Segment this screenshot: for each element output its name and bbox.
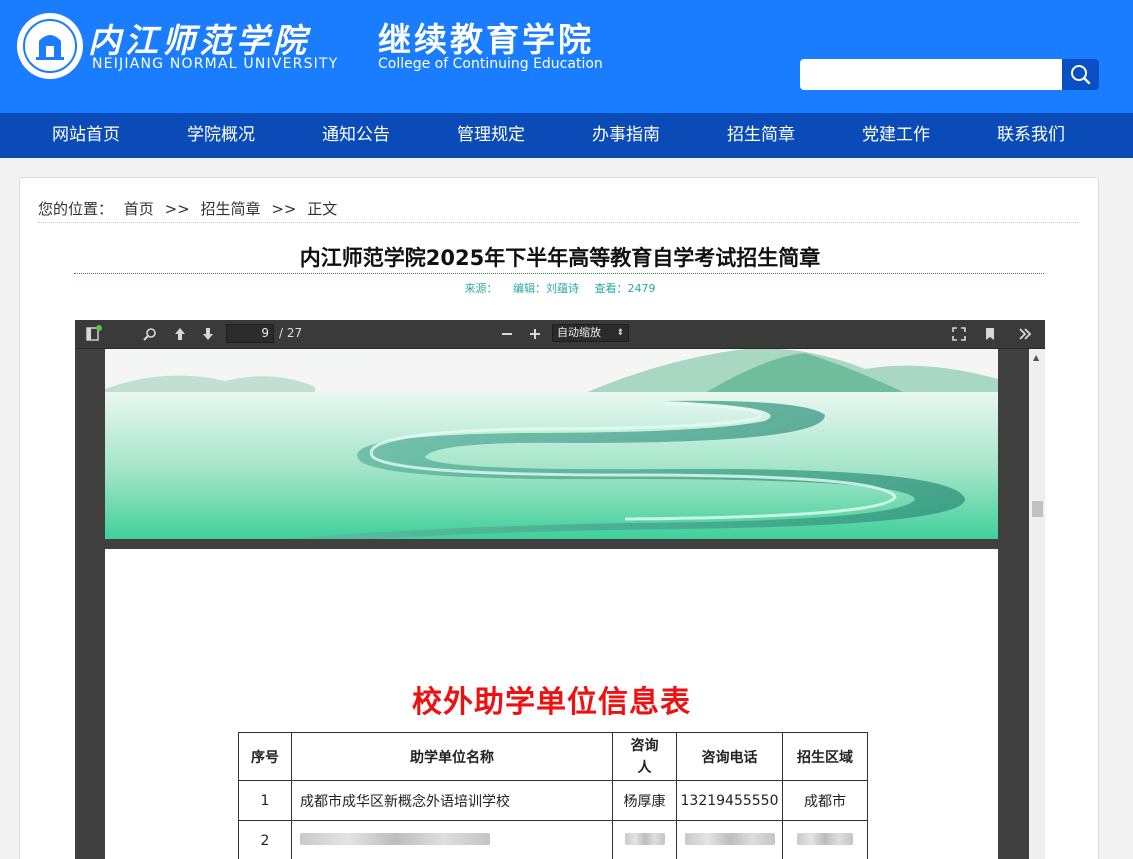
arrow-down-icon <box>203 328 213 340</box>
article-source: 来源： <box>464 282 498 295</box>
next-page-button[interactable] <box>199 325 217 343</box>
breadcrumb: 您的位置： 首页 >> 招生简章 >> 正文 <box>38 198 343 219</box>
scroll-up-icon[interactable]: ▲ <box>1033 353 1039 362</box>
blurred-text <box>624 832 665 845</box>
zoom-out-button[interactable] <box>498 325 516 343</box>
tools-button[interactable] <box>1016 325 1034 343</box>
breadcrumb-current: 正文 <box>307 200 338 218</box>
col-header-region: 招生区域 <box>782 732 868 781</box>
article-title: 内江师范学院2025年下半年高等教育自学考试招生简章 <box>299 246 821 270</box>
fullscreen-icon <box>952 327 966 341</box>
article-editor: 编辑：刘蕴诗 <box>513 282 579 295</box>
cell-region-blurred <box>782 820 868 859</box>
cell-unit-name: 成都市成华区新概念外语培训学校 <box>291 780 613 821</box>
school-name-cn: 内江师范学院 <box>88 21 310 60</box>
search-input[interactable] <box>800 59 1064 90</box>
article-meta: 来源： 编辑：刘蕴诗 查看：2479 <box>20 280 1100 296</box>
college-name-cn: 继续教育学院 <box>378 20 594 59</box>
breadcrumb-divider <box>38 222 1080 223</box>
pdf-page-landscape-image <box>105 349 998 539</box>
presentation-mode-button[interactable] <box>950 325 968 343</box>
content-card: 您的位置： 首页 >> 招生简章 >> 正文 内江师范学院2025年下半年高等教… <box>19 177 1099 859</box>
arrow-up-icon <box>175 328 185 340</box>
plus-icon <box>530 329 540 339</box>
assistance-units-table: 序号 助学单位名称 咨询人 咨询电话 招生区域 1 成都市成华区新概念外语培训学… <box>238 732 868 859</box>
cell-region: 成都市 <box>782 780 868 821</box>
find-button[interactable] <box>141 325 159 343</box>
nav-item-party[interactable]: 党建工作 <box>841 113 951 158</box>
col-header-index: 序号 <box>238 732 292 781</box>
zoom-value: 自动缩放 <box>557 326 601 339</box>
sidebar-toggle-button[interactable] <box>84 325 102 343</box>
select-arrow-icon: ⬍ <box>616 328 624 338</box>
nav-item-regulations[interactable]: 管理规定 <box>436 113 546 158</box>
cell-index: 2 <box>238 820 292 859</box>
nav-item-admissions[interactable]: 招生简章 <box>706 113 816 158</box>
cell-contact-blurred <box>612 820 677 859</box>
blurred-text <box>300 832 490 845</box>
double-chevron-right-icon <box>1019 328 1032 340</box>
pdf-page: 校外助学单位信息表 序号 助学单位名称 咨询人 咨询电话 招生区域 1 成都市成… <box>105 549 998 859</box>
pdf-scrollbar[interactable]: ▲ ▼ <box>1029 349 1045 859</box>
article-views: 查看：2479 <box>594 282 656 295</box>
pdf-toolbar: 9 / 27 自动缩放 ⬍ <box>75 320 1045 349</box>
table-row: 1 成都市成华区新概念外语培训学校 杨厚康 13219455550 成都市 <box>238 780 868 821</box>
find-icon <box>143 328 156 341</box>
nav-item-guide[interactable]: 办事指南 <box>571 113 681 158</box>
site-header: 内江师范学院 NEIJIANG NORMAL UNIVERSITY 继续教育学院… <box>0 0 1133 113</box>
cell-contact: 杨厚康 <box>612 780 677 821</box>
breadcrumb-separator: >> <box>164 200 190 218</box>
zoom-select[interactable]: 自动缩放 ⬍ <box>552 324 629 342</box>
breadcrumb-separator-2: >> <box>271 200 297 218</box>
blurred-text <box>797 832 853 845</box>
col-header-contact: 咨询人 <box>612 732 677 781</box>
cell-phone-blurred <box>676 820 783 859</box>
table-header-row: 序号 助学单位名称 咨询人 咨询电话 招生区域 <box>238 732 868 781</box>
col-header-unit-name: 助学单位名称 <box>291 732 613 781</box>
breadcrumb-section[interactable]: 招生简章 <box>201 200 261 218</box>
breadcrumb-home[interactable]: 首页 <box>124 200 154 218</box>
previous-page-button[interactable] <box>171 325 189 343</box>
breadcrumb-label: 您的位置： <box>38 200 114 218</box>
zoom-in-button[interactable] <box>526 325 544 343</box>
nav-item-contact[interactable]: 联系我们 <box>976 113 1086 158</box>
nav-item-notices[interactable]: 通知公告 <box>301 113 411 158</box>
title-divider <box>74 273 1044 274</box>
bookmark-icon <box>986 328 994 340</box>
minus-icon <box>502 333 512 335</box>
scroll-thumb[interactable] <box>1032 501 1043 517</box>
document-title: 校外助学单位信息表 <box>412 685 691 720</box>
logo-gate-icon <box>36 35 64 60</box>
nav-item-home[interactable]: 网站首页 <box>31 113 141 158</box>
search-icon <box>1071 65 1091 85</box>
col-header-phone: 咨询电话 <box>676 732 783 781</box>
page-count: / 27 <box>279 326 303 340</box>
pdf-viewer: 9 / 27 自动缩放 ⬍ 校外助学单位信息表 序号 助学单位名称 咨询人 咨询… <box>75 320 1045 859</box>
blurred-text <box>684 832 775 845</box>
college-name-en: College of Continuing Education <box>378 56 603 72</box>
cell-index: 1 <box>238 780 292 821</box>
university-logo-icon[interactable] <box>17 13 83 79</box>
school-name-en: NEIJIANG NORMAL UNIVERSITY <box>92 56 339 72</box>
bookmark-button[interactable] <box>981 325 999 343</box>
cell-phone: 13219455550 <box>676 780 783 821</box>
nav-item-about[interactable]: 学院概况 <box>166 113 276 158</box>
table-row: 2 <box>238 820 868 859</box>
page-number-input[interactable]: 9 <box>226 324 274 343</box>
main-nav: 网站首页 学院概况 通知公告 管理规定 办事指南 招生简章 党建工作 联系我们 <box>0 113 1133 158</box>
landscape-illustration <box>105 349 998 539</box>
search-button[interactable] <box>1062 59 1099 90</box>
sidebar-toggle-icon <box>86 325 102 341</box>
cell-unit-name-blurred <box>291 820 613 859</box>
